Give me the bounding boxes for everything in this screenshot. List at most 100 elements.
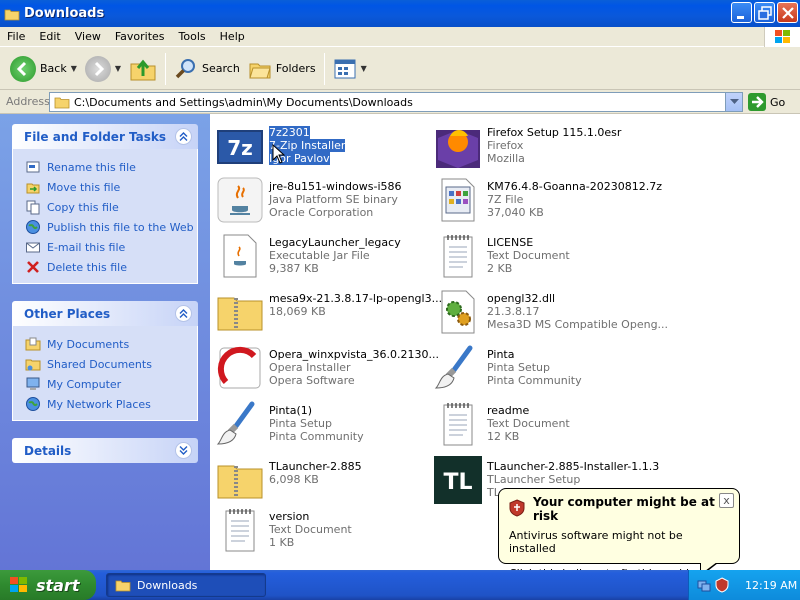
task-copy[interactable]: Copy this file [25, 197, 197, 217]
text-document-icon [214, 504, 266, 556]
task-pane: File and Folder Tasks Rename this file M… [0, 114, 210, 570]
address-input[interactable]: C:\Documents and Settings\admin\My Docum… [49, 92, 743, 112]
svg-text:7z: 7z [227, 136, 253, 160]
views-button[interactable]: ▼ [329, 51, 371, 87]
balloon-message: Antivirus software might not be installe… [509, 529, 683, 555]
file-detail: 2 KB [487, 262, 513, 275]
task-label: Copy this file [47, 200, 119, 214]
views-dropdown-icon[interactable]: ▼ [361, 64, 367, 73]
taskbar: start Downloads 12:19 AM [0, 570, 800, 600]
file-item[interactable]: Opera_winxpvista_36.0.2130... Opera Inst… [214, 342, 439, 396]
file-folder-tasks-header[interactable]: File and Folder Tasks [12, 124, 198, 149]
search-label: Search [202, 62, 240, 75]
security-alert-balloon[interactable]: Your computer might be at risk Antivirus… [498, 488, 740, 580]
place-my-network-places[interactable]: My Network Places [25, 394, 197, 414]
search-icon [175, 58, 196, 78]
7z-file-icon [432, 174, 484, 226]
menu-tools[interactable]: Tools [172, 27, 213, 47]
file-item[interactable]: mesa9x-21.3.8.17-lp-opengl3... 18,069 KB [214, 286, 442, 340]
menu-favorites[interactable]: Favorites [108, 27, 172, 47]
file-detail: 12 KB [487, 430, 520, 443]
forward-dropdown-icon[interactable]: ▼ [115, 64, 121, 73]
my-documents-icon [25, 336, 41, 352]
close-button[interactable] [777, 2, 798, 23]
file-item[interactable]: jre-8u151-windows-i586 Java Platform SE … [214, 174, 429, 228]
file-item[interactable]: Pinta Pinta Setup Pinta Community [432, 342, 647, 396]
file-detail: Opera Software [269, 374, 355, 387]
task-label: Publish this file to the Web [47, 220, 194, 234]
file-detail: Mozilla [487, 152, 525, 165]
7zip-icon: 7z [214, 120, 266, 172]
clock[interactable]: 12:19 AM [745, 579, 797, 592]
file-item[interactable]: TLauncher-2.885 6,098 KB [214, 454, 429, 508]
balloon-close-button[interactable]: x [719, 493, 734, 508]
text-document-icon [432, 398, 484, 450]
task-move[interactable]: Move this file [25, 177, 197, 197]
file-item[interactable]: Pinta(1) Pinta Setup Pinta Community [214, 398, 429, 452]
file-type: 21.3.8.17 [487, 305, 540, 318]
folders-button[interactable]: Folders [244, 51, 320, 87]
forward-arrow-icon [84, 55, 111, 82]
task-delete[interactable]: Delete this file [25, 257, 197, 277]
back-dropdown-icon[interactable]: ▼ [71, 64, 77, 73]
network-tray-icon[interactable] [697, 578, 711, 592]
back-arrow-icon [10, 55, 36, 82]
toolbar: Back ▼ ▼ Search Folders ▼ [0, 48, 800, 90]
collapse-chevron-icon[interactable] [175, 305, 192, 322]
forward-button[interactable]: ▼ [81, 51, 125, 87]
file-item[interactable]: readme Text Document 12 KB [432, 398, 647, 452]
file-item[interactable]: version Text Document 1 KB [214, 504, 429, 558]
other-places-header[interactable]: Other Places [12, 301, 198, 326]
firefox-icon [432, 120, 484, 172]
details-header[interactable]: Details [12, 438, 198, 463]
taskbar-window-downloads[interactable]: Downloads [106, 573, 266, 597]
up-folder-button[interactable] [125, 51, 161, 87]
file-name: Opera_winxpvista_36.0.2130... [269, 348, 440, 361]
place-label: Shared Documents [47, 357, 152, 371]
file-detail: Mesa3D MS Compatible Openg... [487, 318, 669, 331]
security-shield-icon [509, 498, 525, 520]
menu-file[interactable]: File [0, 27, 32, 47]
file-item[interactable]: opengl32.dll 21.3.8.17 Mesa3D MS Compati… [432, 286, 668, 340]
network-globe-icon [25, 396, 41, 412]
menu-view[interactable]: View [68, 27, 108, 47]
expand-chevron-icon[interactable] [175, 442, 192, 459]
maximize-button[interactable] [754, 2, 775, 23]
security-shield-tray-icon[interactable] [715, 577, 729, 593]
panel-title: Details [24, 443, 72, 458]
svg-text:TL: TL [443, 470, 472, 495]
file-name: version [269, 510, 310, 523]
back-button[interactable]: Back ▼ [6, 51, 81, 87]
file-item[interactable]: LegacyLauncher_legacy Executable Jar Fil… [214, 230, 429, 284]
place-label: My Documents [47, 337, 130, 351]
file-detail: 9,387 KB [269, 262, 319, 275]
folders-icon [249, 63, 271, 78]
menu-edit[interactable]: Edit [32, 27, 67, 47]
file-item[interactable]: Firefox Setup 115.1.0esr Firefox Mozilla [432, 120, 647, 174]
menu-help[interactable]: Help [213, 27, 252, 47]
go-button[interactable]: Go [748, 93, 785, 111]
shared-documents-icon [25, 356, 41, 372]
address-dropdown-icon[interactable] [725, 93, 742, 111]
task-publish[interactable]: Publish this file to the Web [25, 217, 197, 237]
task-rename[interactable]: Rename this file [25, 157, 197, 177]
place-shared-documents[interactable]: Shared Documents [25, 354, 197, 374]
folder-icon [54, 97, 70, 109]
file-item[interactable]: 7z 7z2301 7-Zip Installer Igor Pavlov [214, 120, 429, 174]
start-button[interactable]: start [0, 570, 96, 600]
minimize-button[interactable] [731, 2, 752, 23]
collapse-chevron-icon[interactable] [175, 128, 192, 145]
task-email[interactable]: E-mail this file [25, 237, 197, 257]
file-type: TLauncher Setup [487, 473, 581, 486]
file-detail: Pinta Community [269, 430, 364, 443]
file-item[interactable]: LICENSE Text Document 2 KB [432, 230, 647, 284]
title-bar[interactable]: Downloads [0, 0, 800, 27]
place-my-documents[interactable]: My Documents [25, 334, 197, 354]
search-button[interactable]: Search [170, 51, 244, 87]
file-type: Pinta Setup [487, 361, 550, 374]
place-my-computer[interactable]: My Computer [25, 374, 197, 394]
tlauncher-icon: TL [432, 454, 484, 506]
place-label: My Network Places [47, 397, 151, 411]
file-item[interactable]: KM76.4.8-Goanna-20230812.7z 7Z File 37,0… [432, 174, 662, 228]
file-type: Firefox [487, 139, 524, 152]
